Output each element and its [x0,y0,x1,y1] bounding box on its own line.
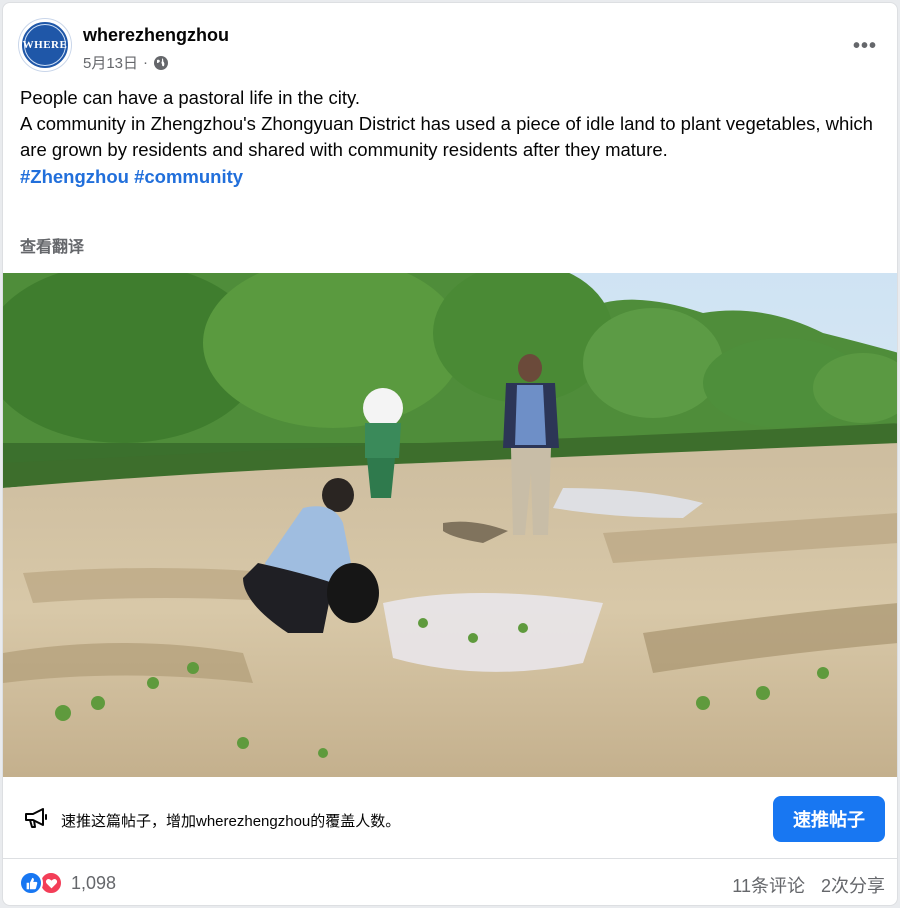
meta-separator: · [143,54,149,71]
avatar-logo: WHERE [23,24,67,66]
engagement-bar: 1,098 11条评论 2次分享 [3,860,897,905]
hashtags: #Zhengzhou #community [20,164,880,190]
hashtag-community[interactable]: #community [134,166,243,187]
reaction-count: 1,098 [71,872,117,893]
globe-icon [154,55,169,70]
post-meta: 5月13日 · [83,52,169,73]
engagement-stats: 11条评论 2次分享 [732,872,885,898]
reactions-summary[interactable]: 1,098 [19,871,116,895]
like-icon [19,871,43,895]
author-name[interactable]: wherezhengzhou [83,25,229,46]
post-text-line: A community in Zhengzhou's Zhongyuan Dis… [20,113,873,161]
boost-post-button[interactable]: 速推帖子 [773,796,885,842]
megaphone-icon [25,808,47,828]
shares-count[interactable]: 2次分享 [821,872,885,898]
post-header: WHERE wherezhengzhou 5月13日 · ••• [19,19,879,77]
post-card: WHERE wherezhengzhou 5月13日 · ••• People … [2,2,898,906]
hashtag-zhengzhou[interactable]: #Zhengzhou [20,166,129,187]
post-text: People can have a pastoral life in the c… [20,85,880,190]
comments-count[interactable]: 11条评论 [732,872,805,898]
see-translation-link[interactable]: 查看翻译 [20,233,84,257]
avatar[interactable]: WHERE [19,19,71,71]
post-date[interactable]: 5月13日 [83,52,138,73]
post-text-line: People can have a pastoral life in the c… [20,87,361,108]
post-photo[interactable] [3,273,898,777]
more-options-icon[interactable]: ••• [853,35,877,58]
boost-prompt-text: 速推这篇帖子，增加wherezhengzhou的覆盖人数。 [61,813,401,830]
boost-bar: 速推这篇帖子，增加wherezhengzhou的覆盖人数。 速推帖子 [3,777,897,859]
